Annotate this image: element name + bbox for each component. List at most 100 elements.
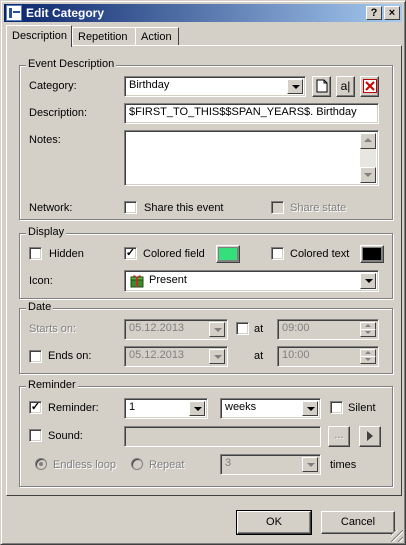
sound-checkbox[interactable] [29, 429, 42, 442]
start-time-value: 09:00 [282, 322, 310, 334]
start-at-label: at [254, 323, 264, 335]
colored-field-checkbox[interactable]: ✓ [124, 247, 137, 260]
category-label: Category: [29, 80, 77, 92]
ok-label: OK [266, 516, 282, 528]
icon-label: Icon: [29, 275, 53, 287]
hidden-checkbox[interactable] [29, 247, 42, 260]
notes-textarea[interactable] [124, 130, 379, 186]
share-event-label: Share this event [144, 202, 224, 214]
silent-label: Silent [348, 402, 376, 414]
share-state-checkbox[interactable] [271, 201, 284, 214]
start-date-picker[interactable]: 05.12.2013 [124, 319, 228, 340]
end-time-value: 10:00 [282, 349, 310, 361]
display-title: Display [26, 226, 67, 238]
colored-field-color-button[interactable] [216, 245, 240, 263]
help-button[interactable]: ? [366, 6, 382, 20]
category-value: Birthday [129, 79, 170, 91]
end-date-picker[interactable]: 05.12.2013 [124, 346, 228, 367]
present-icon [130, 275, 144, 288]
delete-icon [362, 79, 377, 93]
ok-button[interactable]: OK [236, 510, 312, 535]
end-date-value: 05.12.2013 [129, 349, 185, 361]
tab-description[interactable]: Description [6, 25, 72, 47]
chevron-down-icon[interactable] [360, 273, 376, 289]
scroll-down-icon[interactable] [360, 167, 376, 183]
reminder-unit-value: weeks [225, 401, 257, 413]
spin-down-icon[interactable] [360, 329, 376, 337]
icon-select[interactable]: Present [124, 270, 379, 292]
network-label: Network: [29, 202, 73, 214]
colored-text-label: Colored text [290, 248, 350, 260]
icon-value: Present [149, 274, 187, 286]
silent-checkbox[interactable] [330, 401, 343, 414]
times-label: times [330, 459, 357, 471]
close-button[interactable]: × [384, 6, 400, 20]
end-at-label: at [254, 350, 264, 362]
colored-text-color-button[interactable] [360, 245, 384, 263]
color-swatch-black [362, 247, 382, 261]
starts-on-label: Starts on: [29, 323, 77, 335]
tab-repetition[interactable]: Repetition [72, 27, 136, 46]
reminder-group: Reminder ✓ Reminder: 1 weeks Silent Soun… [19, 379, 393, 487]
category-select[interactable]: Birthday [124, 76, 306, 97]
repeat-count-value: 3 [225, 457, 232, 469]
chevron-down-icon[interactable] [189, 401, 205, 416]
resize-grip[interactable] [391, 530, 403, 542]
chevron-down-icon[interactable] [302, 457, 318, 472]
cancel-label: Cancel [340, 516, 376, 528]
reminder-title: Reminder [26, 379, 78, 391]
browse-sound-button[interactable]: ... [328, 426, 350, 447]
color-swatch-green [218, 247, 238, 261]
chevron-down-icon[interactable] [209, 349, 225, 364]
chevron-down-icon[interactable] [302, 401, 318, 416]
event-description-title: Event Description [26, 58, 117, 70]
reminder-amount-value: 1 [129, 401, 136, 413]
notes-scrollbar[interactable] [360, 133, 376, 183]
endless-loop-radio[interactable] [35, 458, 47, 470]
hidden-label: Hidden [49, 248, 84, 260]
reminder-amount-select[interactable]: 1 [124, 398, 208, 419]
play-sound-button[interactable] [359, 426, 381, 447]
chevron-down-icon[interactable] [209, 322, 225, 337]
play-icon [367, 431, 373, 441]
share-state-label: Share state [290, 202, 347, 214]
start-time-spinner[interactable]: 09:00 [277, 319, 379, 340]
browse-label: ... [334, 429, 344, 441]
reminder-label: Reminder: [48, 402, 99, 414]
sound-file-input[interactable] [124, 426, 321, 447]
description-input[interactable]: $FIRST_TO_THIS$$SPAN_YEARS$. Birthday [124, 103, 379, 124]
date-group: Date Starts on: 05.12.2013 at 09:00 Ends… [19, 301, 393, 374]
colored-field-label: Colored field [143, 248, 205, 260]
event-description-group: Event Description Category: Birthday a| … [19, 58, 393, 220]
description-label: Description: [29, 107, 88, 119]
display-group: Display Hidden ✓ Colored field Colored t… [19, 226, 393, 299]
share-event-checkbox[interactable] [124, 201, 137, 214]
endless-loop-label: Endless loop [53, 459, 116, 471]
rename-category-button[interactable]: a| [336, 76, 355, 97]
spin-down-icon[interactable] [360, 356, 376, 364]
date-title: Date [26, 301, 54, 313]
sound-label: Sound: [48, 430, 83, 442]
start-date-value: 05.12.2013 [129, 322, 185, 334]
window-title: Edit Category [26, 6, 105, 20]
scroll-up-icon[interactable] [360, 133, 376, 149]
title-bar[interactable]: Edit Category ? × [4, 4, 402, 22]
reminder-unit-select[interactable]: weeks [220, 398, 321, 419]
cancel-button[interactable]: Cancel [321, 511, 395, 534]
rename-icon: a| [340, 79, 351, 93]
tab-action[interactable]: Action [135, 27, 179, 46]
edit-category-dialog: Edit Category ? × Description Repetition… [0, 0, 406, 545]
colored-text-checkbox[interactable] [271, 247, 284, 260]
reminder-checkbox[interactable]: ✓ [29, 401, 42, 414]
chevron-down-icon[interactable] [287, 79, 303, 94]
delete-category-button[interactable] [360, 76, 379, 97]
start-time-checkbox[interactable] [236, 322, 249, 335]
repeat-label: Repeat [149, 459, 185, 471]
new-category-button[interactable] [312, 76, 331, 97]
ends-on-checkbox[interactable] [29, 350, 42, 363]
notes-label: Notes: [29, 134, 61, 146]
repeat-radio[interactable] [131, 458, 143, 470]
end-time-spinner[interactable]: 10:00 [277, 346, 379, 367]
repeat-count-select[interactable]: 3 [220, 454, 321, 475]
description-value: $FIRST_TO_THIS$$SPAN_YEARS$. Birthday [129, 106, 357, 118]
